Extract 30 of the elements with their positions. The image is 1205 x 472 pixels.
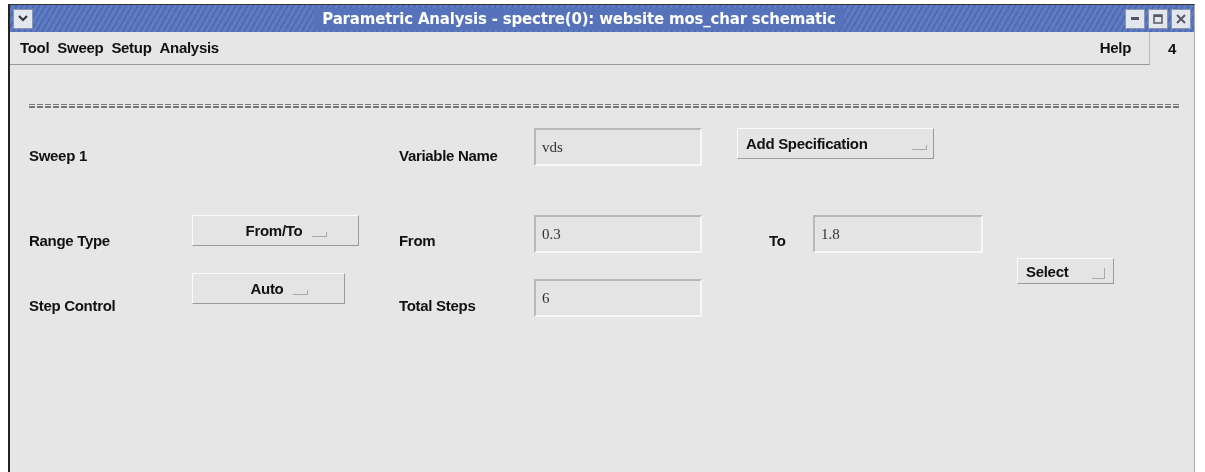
field-label: Step Control [29,297,117,316]
minimize-icon [1131,17,1139,20]
window-menu-button[interactable] [13,8,33,29]
input-field[interactable]: 1.8 [813,215,983,253]
dropdown-button[interactable]: From/To [192,215,359,246]
sweep-title: Sweep 1 [29,147,88,166]
minimize-button[interactable] [1125,8,1145,29]
input-field[interactable]: vds [534,128,702,166]
input-field[interactable]: 6 [534,279,702,317]
field-label: Variable Name [399,147,499,166]
field-label: Range Type [29,232,111,251]
add-specification-button[interactable]: Add Specification [737,128,934,159]
close-icon [1176,13,1186,24]
field-label: From [399,232,437,251]
close-button[interactable] [1171,8,1191,29]
select-button[interactable]: Select [1017,258,1114,284]
maximize-button[interactable] [1148,8,1168,29]
dropdown-button[interactable]: Auto [192,273,345,304]
menu-item[interactable]: Analysis [155,39,223,56]
field-label: To [768,232,787,251]
input-field[interactable]: 0.3 [534,215,702,253]
chevron-down-icon [18,15,28,22]
window-title: Parametric Analysis - spectre(0): website mos_char schematic [314,7,844,30]
field-label: Total Steps [399,297,477,316]
menu-item[interactable]: Tool [16,39,54,56]
menu-item[interactable]: Help [1095,39,1135,56]
menu-number: 4 [1166,39,1178,57]
maximize-icon [1153,13,1163,24]
menu-item[interactable]: Sweep [53,39,108,56]
menu-item[interactable]: Setup [107,39,156,56]
